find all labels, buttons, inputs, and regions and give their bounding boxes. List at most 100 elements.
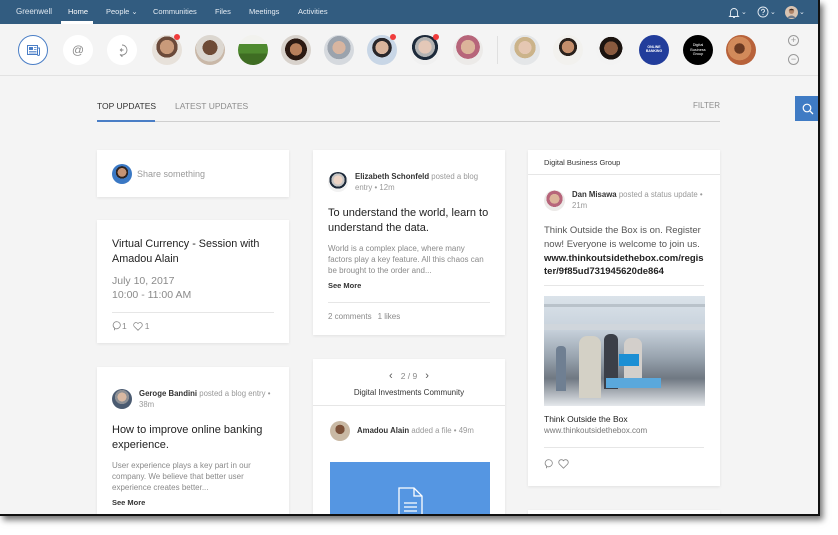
comments-link[interactable]: 2 comments bbox=[328, 312, 372, 321]
heart-icon bbox=[558, 459, 569, 469]
comment-icon bbox=[544, 459, 553, 469]
post-title[interactable]: How to improve online banking experience… bbox=[112, 423, 274, 453]
blog-card: Geroge Bandini posted a blog entry • 38m… bbox=[97, 367, 289, 514]
author-avatar[interactable] bbox=[112, 389, 132, 409]
author-name[interactable]: Elizabeth Schonfeld bbox=[355, 172, 429, 181]
comment-button[interactable] bbox=[544, 456, 553, 474]
nav-communities[interactable]: Communities bbox=[153, 7, 197, 16]
post-byline: Amadou Alain added a file • 49m bbox=[357, 425, 474, 435]
avatar-person-3[interactable] bbox=[281, 35, 311, 65]
community-label: Digital Business Group bbox=[690, 43, 706, 57]
search-button[interactable] bbox=[795, 96, 818, 121]
people-strip: @ ONLINE BANKING Digital Business Group … bbox=[0, 24, 818, 76]
search-icon bbox=[802, 103, 813, 114]
share-input[interactable]: Share something bbox=[137, 169, 205, 179]
active-tab-indicator bbox=[97, 120, 155, 122]
user-menu-button[interactable]: ⌄ bbox=[785, 5, 805, 19]
mentions-button[interactable]: @ bbox=[63, 35, 93, 65]
group-name[interactable]: Digital Business Group bbox=[528, 150, 720, 174]
avatar-person-7[interactable] bbox=[453, 35, 483, 65]
replies-button[interactable] bbox=[107, 35, 137, 65]
avatar-person-10[interactable] bbox=[596, 35, 626, 65]
see-more-link[interactable]: See More bbox=[328, 281, 490, 290]
author-name[interactable]: Dan Misawa bbox=[572, 190, 617, 199]
post-time: 21m bbox=[572, 200, 588, 210]
comment-button[interactable]: 1 bbox=[112, 321, 127, 331]
author-name[interactable]: Geroge Bandini bbox=[139, 389, 197, 398]
preview-url[interactable]: www.thinkoutsidethebox.com bbox=[544, 426, 704, 435]
avatar-person-8[interactable] bbox=[510, 35, 540, 65]
share-box[interactable]: Share something bbox=[97, 150, 289, 197]
file-preview[interactable] bbox=[330, 462, 490, 514]
at-icon: @ bbox=[71, 43, 85, 57]
tab-latest-updates[interactable]: LATEST UPDATES bbox=[175, 101, 248, 111]
post-time: 38m bbox=[139, 399, 155, 409]
zoom-in-button[interactable]: + bbox=[788, 35, 799, 46]
chevron-down-icon: ⌄ bbox=[799, 9, 805, 16]
notifications-button[interactable]: ⌄ bbox=[728, 5, 747, 19]
divider bbox=[112, 312, 274, 314]
post-title[interactable]: To understand the world, learn to unders… bbox=[328, 206, 490, 236]
news-feed-button[interactable] bbox=[18, 35, 48, 65]
post-time: 49m bbox=[458, 425, 474, 435]
event-title[interactable]: Virtual Currency - Session with Amadou A… bbox=[112, 237, 274, 266]
community-name[interactable]: Digital Investments Community bbox=[313, 388, 505, 397]
avatar-tree-community[interactable] bbox=[238, 35, 268, 65]
divider bbox=[528, 174, 720, 175]
plus-icon: + bbox=[790, 35, 797, 45]
post-excerpt: User experience plays a key part in our … bbox=[112, 460, 251, 493]
nav-files[interactable]: Files bbox=[215, 7, 231, 16]
prev-button[interactable]: ‹ bbox=[389, 370, 393, 382]
avatar-person-4[interactable] bbox=[324, 35, 354, 65]
help-icon bbox=[757, 6, 769, 18]
post-byline: Elizabeth Schonfeld posted a blog entry … bbox=[355, 172, 479, 192]
comment-icon bbox=[112, 321, 121, 331]
like-count: 1 bbox=[144, 321, 150, 332]
current-user-avatar bbox=[112, 163, 132, 184]
author-name[interactable]: Amadou Alain bbox=[357, 426, 409, 435]
reply-bubble-icon bbox=[119, 44, 128, 57]
top-navigation: Greenwell Home People ⌄ Communities File… bbox=[0, 0, 818, 24]
like-button[interactable]: 1 bbox=[133, 321, 150, 332]
tab-top-updates[interactable]: TOP UPDATES bbox=[97, 101, 156, 111]
comment-count: 1 bbox=[122, 321, 127, 332]
page-indicator: 2 / 9 bbox=[400, 371, 418, 381]
pager: ‹ 2 / 9 › bbox=[313, 370, 505, 382]
community-card: ‹ 2 / 9 › Digital Investments Community … bbox=[313, 359, 505, 514]
next-button[interactable]: › bbox=[425, 370, 429, 382]
avatar-shoes-community[interactable] bbox=[726, 35, 756, 65]
like-button[interactable] bbox=[558, 456, 569, 474]
avatar-person-2[interactable] bbox=[195, 35, 225, 65]
help-button[interactable]: ⌄ bbox=[757, 5, 776, 19]
avatar-online-banking[interactable]: ONLINE BANKING bbox=[639, 35, 669, 65]
brand-logo[interactable]: Greenwell bbox=[16, 7, 52, 16]
likes-link[interactable]: 1 likes bbox=[378, 312, 401, 321]
post-byline: Geroge Bandini posted a blog entry • 38m bbox=[139, 389, 271, 409]
notification-dot bbox=[174, 34, 180, 40]
document-icon bbox=[398, 487, 423, 514]
avatar-digital-business-group[interactable]: Digital Business Group bbox=[683, 35, 713, 65]
author-avatar[interactable] bbox=[330, 421, 350, 441]
post-time: 12m bbox=[379, 182, 395, 192]
post-byline: Dan Misawa posted a status update • 21m bbox=[572, 190, 703, 210]
nav-people[interactable]: People ⌄ bbox=[106, 7, 138, 16]
author-avatar[interactable] bbox=[544, 190, 565, 211]
strip-divider bbox=[497, 36, 498, 64]
nav-meetings[interactable]: Meetings bbox=[249, 7, 279, 16]
zoom-out-button[interactable]: − bbox=[788, 54, 799, 65]
event-card: Virtual Currency - Session with Amadou A… bbox=[97, 220, 289, 343]
nav-home[interactable]: Home bbox=[68, 7, 88, 16]
avatar-person-9[interactable] bbox=[553, 35, 583, 65]
minus-icon: − bbox=[790, 54, 797, 64]
author-avatar[interactable] bbox=[328, 172, 348, 192]
divider bbox=[544, 447, 704, 449]
preview-title[interactable]: Think Outside the Box bbox=[544, 414, 704, 424]
user-avatar bbox=[785, 5, 798, 19]
nav-activities[interactable]: Activities bbox=[298, 7, 328, 16]
post-action: added a file bbox=[411, 425, 452, 435]
post-action: posted a blog entry bbox=[199, 389, 266, 398]
link-preview-image[interactable] bbox=[544, 296, 705, 407]
status-link[interactable]: www.thinkoutsidethebox.com/register/9f85… bbox=[544, 252, 704, 280]
see-more-link[interactable]: See More bbox=[112, 498, 274, 507]
filter-button[interactable]: FILTER bbox=[693, 101, 720, 110]
